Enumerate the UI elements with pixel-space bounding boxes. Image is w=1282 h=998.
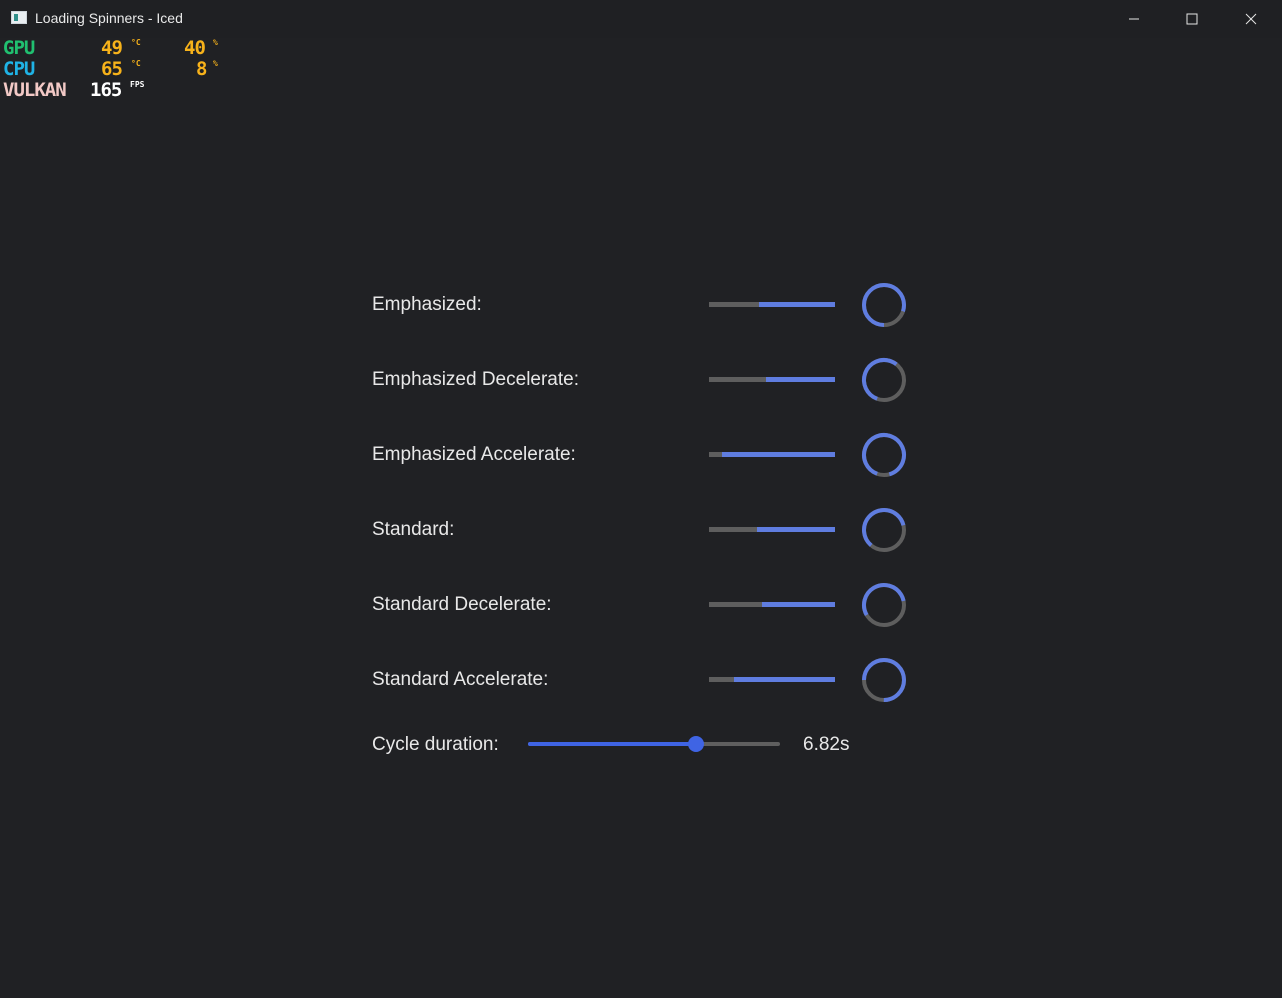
cpu-label: CPU — [3, 58, 35, 80]
linear-progress-bar — [709, 527, 835, 532]
easing-label: Standard: — [372, 519, 455, 540]
circular-spinner — [862, 583, 906, 627]
window-title: Loading Spinners - Iced — [35, 10, 183, 26]
slider-active-track — [528, 742, 696, 746]
gpu-temp: 49 — [101, 37, 123, 59]
easing-row: Standard: — [372, 507, 912, 553]
linear-progress-fill — [765, 377, 835, 382]
performance-overlay: GPU 49 °C 40 % CPU 65 °C 8 % VULKAN 165 … — [3, 38, 233, 101]
minimize-icon — [1129, 18, 1139, 20]
linear-progress-fill — [761, 602, 835, 607]
easing-label: Emphasized Decelerate: — [372, 369, 579, 390]
slider-handle[interactable] — [687, 736, 704, 752]
title-bar: Loading Spinners - Iced — [0, 0, 1282, 38]
linear-progress-fill — [756, 527, 835, 532]
gpu-label: GPU — [3, 37, 35, 59]
gpu-temp-unit: °C — [131, 38, 141, 47]
fps-unit: FPS — [130, 80, 145, 89]
easing-row: Emphasized: — [372, 282, 912, 328]
overlay-cpu-row: CPU 65 °C 8 % — [3, 59, 233, 80]
maximize-button[interactable] — [1163, 0, 1221, 38]
overlay-api-row: VULKAN 165 FPS — [3, 80, 233, 101]
spinner-arc — [862, 433, 906, 477]
linear-progress-bar — [709, 452, 835, 457]
cpu-load: 8 — [196, 58, 207, 80]
linear-progress-fill — [721, 452, 835, 457]
easing-label: Emphasized: — [372, 294, 482, 315]
circular-spinner — [862, 358, 906, 402]
linear-progress-bar — [709, 377, 835, 382]
cycle-duration-value: 6.82s — [803, 734, 850, 755]
circular-spinner — [862, 283, 906, 327]
cpu-load-unit: % — [213, 59, 218, 68]
circular-spinner — [862, 433, 906, 477]
linear-progress-bar — [709, 677, 835, 682]
cycle-duration-label: Cycle duration: — [372, 734, 499, 755]
easing-row: Standard Decelerate: — [372, 582, 912, 628]
easing-label: Standard Accelerate: — [372, 669, 549, 690]
cpu-temp-unit: °C — [131, 59, 141, 68]
circular-spinner — [862, 658, 906, 702]
spinner-arc — [862, 508, 906, 552]
gpu-load: 40 — [184, 37, 206, 59]
close-icon — [1245, 13, 1257, 25]
circular-spinner — [862, 508, 906, 552]
linear-progress-bar — [709, 602, 835, 607]
cycle-duration-slider[interactable] — [528, 734, 780, 754]
minimize-button[interactable] — [1105, 0, 1163, 38]
easing-label: Emphasized Accelerate: — [372, 444, 576, 465]
api-label: VULKAN — [3, 79, 67, 101]
fps-value: 165 — [90, 79, 122, 101]
maximize-icon — [1186, 13, 1198, 25]
easing-row: Standard Accelerate: — [372, 657, 912, 703]
linear-progress-fill — [759, 302, 835, 307]
spinner-arc — [862, 583, 906, 627]
easing-row: Emphasized Accelerate: — [372, 432, 912, 478]
linear-progress-fill — [734, 677, 835, 682]
close-button[interactable] — [1222, 0, 1280, 38]
cpu-temp: 65 — [101, 58, 123, 80]
gpu-load-unit: % — [213, 38, 218, 47]
overlay-gpu-row: GPU 49 °C 40 % — [3, 38, 233, 59]
easing-row: Emphasized Decelerate: — [372, 357, 912, 403]
app-icon — [11, 11, 27, 24]
linear-progress-bar — [709, 302, 835, 307]
easing-label: Standard Decelerate: — [372, 594, 552, 615]
spinner-arc — [862, 358, 906, 402]
